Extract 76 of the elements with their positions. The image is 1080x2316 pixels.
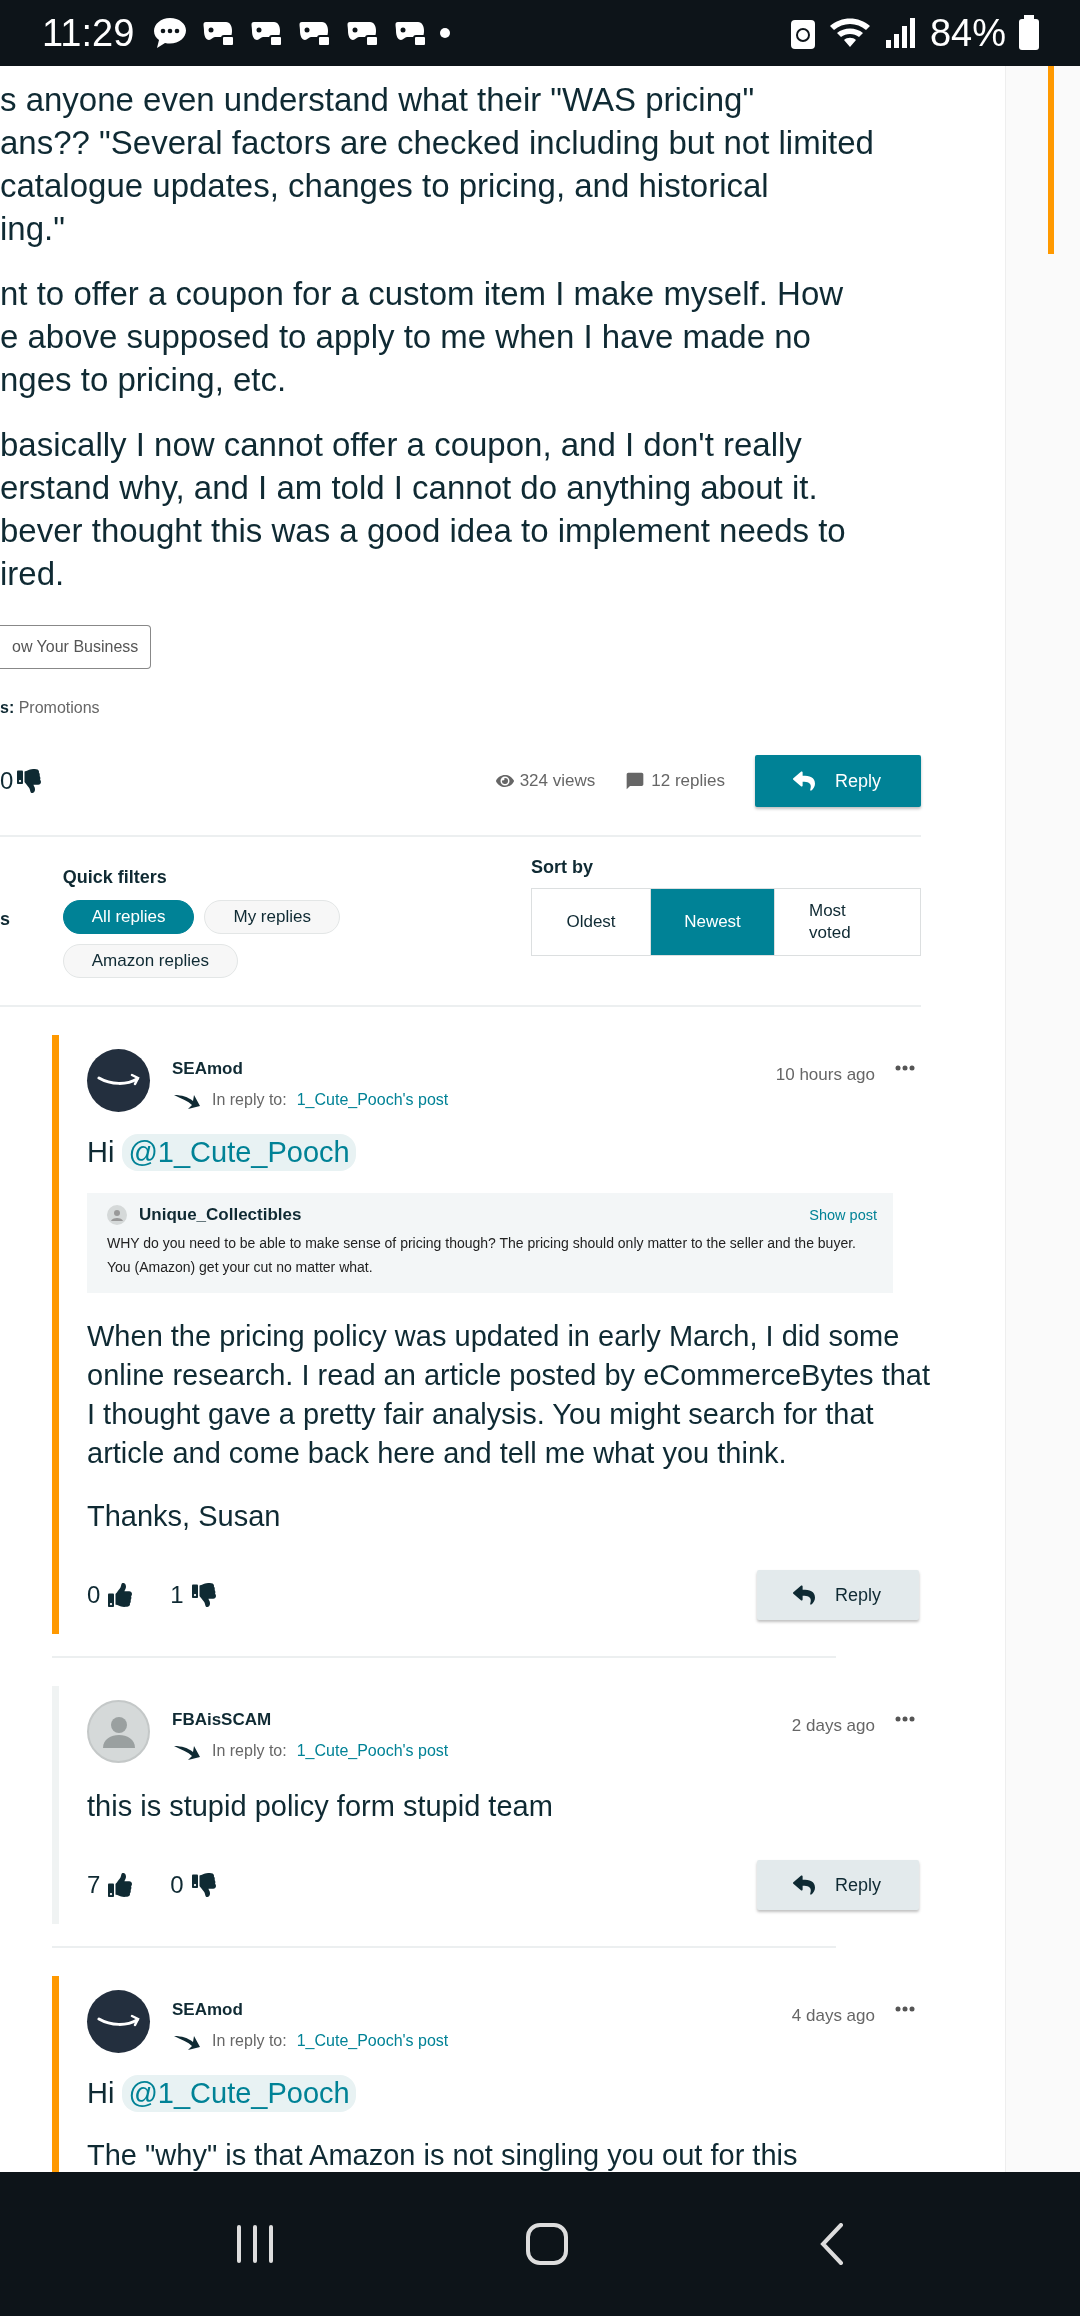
reply-icon: [792, 1584, 815, 1606]
post-link[interactable]: 1_Cute_Pooch's post: [296, 1091, 449, 1109]
timestamp: 10 hours ago: [775, 1065, 875, 1085]
thumbs-down-icon[interactable]: [191, 1583, 216, 1607]
signal-icon: [883, 16, 918, 50]
labels-text: s: Promotions: [0, 699, 101, 717]
quick-filters-label: Quick filters: [62, 867, 168, 888]
dislike-count: 0: [0, 767, 14, 795]
quoted-text: WHY do you need to be able to make sense of pricing though? The pricing should only matter to the seller and the buyer. You (Amazon) get your cut no matter what.: [107, 1234, 857, 1277]
greeting: Hi: [87, 1136, 115, 1169]
in-reply-label: In reply to:: [212, 1091, 287, 1109]
comment-icon: [625, 771, 646, 791]
timestamp: 4 days ago: [791, 2006, 875, 2026]
reply-count: 12 replies: [651, 771, 725, 791]
reply-text: this is stupid policy form stupid team: [87, 1789, 554, 1824]
reply-text: When the pricing policy was updated in early March, I did some online research. I read an article posted by eCommerceBytes that I thought gave a pretty fair analysis. You might search for that article and come back here and tell me what you think.: [87, 1319, 932, 1471]
author-name[interactable]: FBAisSCAM: [172, 1710, 792, 1730]
post-text: s anyone even understand what their "WAS pricing": [0, 80, 756, 120]
reply-text: Thanks, Susan: [87, 1499, 282, 1534]
like-count: 0: [87, 1581, 101, 1609]
post-text: ing.": [0, 209, 66, 249]
timestamp: 2 days ago: [791, 1716, 875, 1736]
sort-by-label: Sort by: [531, 857, 594, 878]
in-reply-label: In reply to:: [212, 2032, 287, 2050]
post-text: ans?? "Several factors are checked including but not limited: [0, 123, 875, 163]
thumbs-up-icon[interactable]: [108, 1873, 133, 1897]
clock: 11:29: [42, 11, 135, 55]
post-text: catalogue updates, changes to pricing, and historical: [0, 166, 770, 206]
chat-bubble-icon: [152, 16, 189, 50]
reply-icon: [792, 770, 815, 792]
show-post-link[interactable]: Show post: [809, 1207, 877, 1223]
reply-button[interactable]: Reply: [756, 1860, 919, 1910]
section-heading: s: [0, 908, 11, 931]
view-count: 324 views: [519, 771, 596, 791]
dislike-count: 0: [170, 1871, 184, 1899]
filter-chip[interactable]: My replies: [204, 900, 340, 934]
user-icon: [107, 1205, 127, 1225]
battery-percent: 84%: [929, 11, 1006, 55]
in-reply-label: In reply to:: [212, 1742, 287, 1760]
thumbs-down-icon[interactable]: [191, 1873, 216, 1897]
tag-chip[interactable]: ow Your Business: [0, 625, 152, 669]
post-text: basically I now cannot offer a coupon, and I don't really: [0, 425, 803, 465]
greeting: Hi: [87, 2077, 115, 2110]
post-text: bever thought this was a good idea to implement needs to: [0, 511, 847, 551]
filter-chip[interactable]: All replies: [62, 900, 195, 934]
reply-icon: [792, 1874, 815, 1896]
filter-chip[interactable]: Amazon replies: [62, 944, 238, 978]
reply-button[interactable]: Reply: [756, 1570, 919, 1620]
mention-link[interactable]: @1_Cute_Pooch: [122, 2075, 356, 2112]
dot-icon: [440, 28, 451, 38]
sort-option[interactable]: Newest: [650, 889, 774, 955]
back-icon[interactable]: [818, 2223, 845, 2265]
recent-apps-icon[interactable]: [235, 2223, 276, 2265]
reply-button[interactable]: Reply: [754, 755, 921, 807]
home-icon[interactable]: [526, 2223, 568, 2265]
reply-text: The "why" is that Amazon is not singling you out for this: [87, 2138, 799, 2172]
thumbs-down-icon[interactable]: [17, 769, 42, 793]
eye-icon: [495, 772, 514, 790]
post-text: e above supposed to apply to me when I have made no: [0, 317, 812, 357]
more-icon[interactable]: [895, 1716, 915, 1722]
author-name[interactable]: SEAmod: [172, 1059, 776, 1079]
post-text: ired.: [0, 554, 66, 594]
post-link[interactable]: 1_Cute_Pooch's post: [296, 1742, 449, 1760]
more-icon[interactable]: [895, 1065, 915, 1071]
post-text: erstand why, and I am told I cannot do anything about it.: [0, 468, 819, 508]
more-icon[interactable]: [895, 2006, 915, 2012]
like-count: 7: [87, 1871, 101, 1899]
post-text: nt to offer a coupon for a custom item I make myself. How: [0, 274, 845, 314]
dislike-count: 1: [170, 1581, 184, 1609]
mention-link[interactable]: @1_Cute_Pooch: [122, 1134, 356, 1171]
author-name[interactable]: SEAmod: [172, 2000, 792, 2020]
battery-icon: [1018, 15, 1040, 51]
thumbs-up-icon[interactable]: [108, 1583, 133, 1607]
post-text: nges to pricing, etc.: [0, 360, 288, 400]
quoted-author: Unique_Collectibles: [139, 1205, 303, 1225]
post-link[interactable]: 1_Cute_Pooch's post: [296, 2032, 449, 2050]
